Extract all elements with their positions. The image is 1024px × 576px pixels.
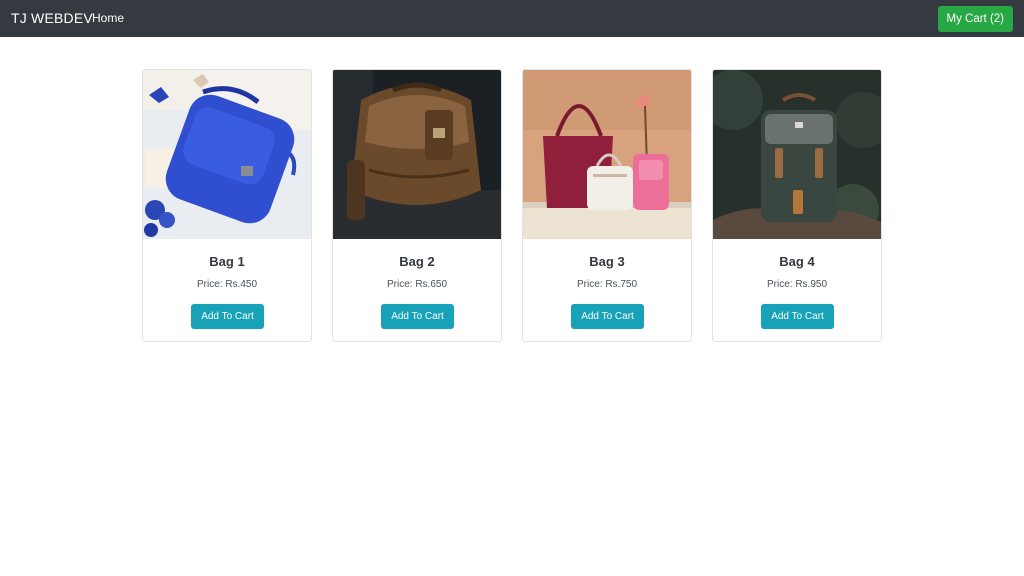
add-to-cart-button[interactable]: Add To Cart: [191, 304, 264, 329]
product-image-bag-4: [713, 70, 881, 239]
product-image-bag-3: [523, 70, 691, 239]
product-price: Price: Rs.450: [196, 279, 258, 290]
add-to-cart-button[interactable]: Add To Cart: [571, 304, 644, 329]
green-backpack-image: [713, 70, 881, 239]
my-cart-button[interactable]: My Cart (2): [937, 6, 1013, 32]
brand-logo[interactable]: TJ WEBDEV: [11, 10, 93, 26]
product-title: Bag 1: [209, 254, 245, 269]
product-title: Bag 2: [399, 254, 435, 269]
handbags-image: [523, 70, 691, 239]
product-grid: Bag 1 Price: Rs.450 Add To Cart Bag 2 Pr…: [142, 69, 882, 342]
product-price: Price: Rs.650: [386, 279, 448, 290]
product-card: Bag 1 Price: Rs.450 Add To Cart: [142, 69, 312, 342]
blue-backpack-image: [143, 70, 311, 239]
product-price: Price: Rs.750: [576, 279, 638, 290]
product-title: Bag 3: [589, 254, 625, 269]
add-to-cart-button[interactable]: Add To Cart: [381, 304, 454, 329]
product-image-bag-1: [143, 70, 311, 239]
product-card: Bag 4 Price: Rs.950 Add To Cart: [712, 69, 882, 342]
nav-link-home[interactable]: Home: [92, 11, 124, 25]
product-image-bag-2: [333, 70, 501, 239]
brown-leather-backpack-image: [333, 70, 501, 239]
product-card: Bag 2 Price: Rs.650 Add To Cart: [332, 69, 502, 342]
product-price: Price: Rs.950: [766, 279, 828, 290]
add-to-cart-button[interactable]: Add To Cart: [761, 304, 834, 329]
product-card: Bag 3 Price: Rs.750 Add To Cart: [522, 69, 692, 342]
navbar: TJ WEBDEV Home My Cart (2): [0, 0, 1024, 37]
product-title: Bag 4: [779, 254, 815, 269]
